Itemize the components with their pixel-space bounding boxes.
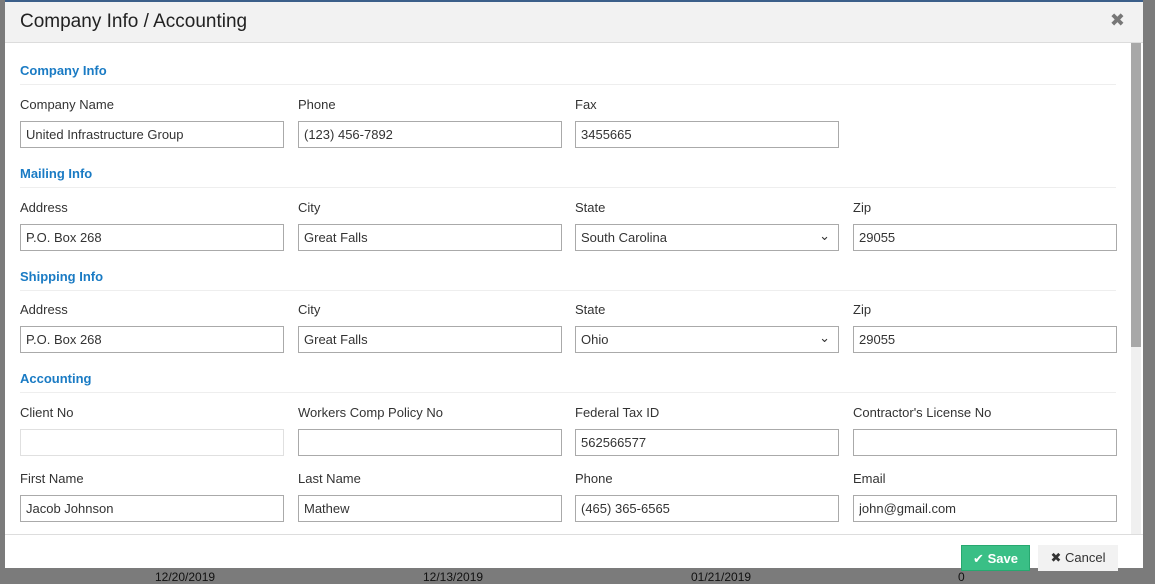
- shipping-address-label: Address: [20, 302, 68, 317]
- scrollbar-thumb[interactable]: [1131, 43, 1141, 347]
- section-company-info: Company Info: [20, 63, 1116, 85]
- email-input[interactable]: [853, 495, 1117, 522]
- shipping-state-select[interactable]: Ohio ⌄: [575, 326, 839, 353]
- first-name-input[interactable]: [20, 495, 284, 522]
- company-info-modal: Company Info / Accounting ✖ Company Info…: [5, 0, 1143, 571]
- modal-footer: ✔ Save ✖ Cancel: [5, 534, 1143, 571]
- workers-comp-label: Workers Comp Policy No: [298, 405, 443, 420]
- modal-body: Company Info Company Name Phone Fax Mail…: [5, 43, 1143, 534]
- last-name-label: Last Name: [298, 471, 361, 486]
- bg-date: 12/20/2019: [155, 570, 216, 584]
- federal-tax-input[interactable]: [575, 429, 839, 456]
- shipping-state-label: State: [575, 302, 606, 317]
- mailing-zip-input[interactable]: [853, 224, 1117, 251]
- company-name-label: Company Name: [20, 97, 114, 112]
- shipping-state-value: Ohio: [581, 332, 609, 347]
- email-label: Email: [853, 471, 886, 486]
- mailing-state-select[interactable]: South Carolina ⌄: [575, 224, 839, 251]
- shipping-city-label: City: [298, 302, 321, 317]
- chevron-down-icon: ⌄: [819, 228, 830, 243]
- accounting-phone-label: Phone: [575, 471, 613, 486]
- license-label: Contractor's License No: [853, 405, 992, 420]
- mailing-city-input[interactable]: [298, 224, 562, 251]
- shipping-zip-label: Zip: [853, 302, 872, 317]
- mailing-zip-label: Zip: [853, 200, 872, 215]
- mailing-state-value: South Carolina: [581, 230, 667, 245]
- cancel-button[interactable]: ✖ Cancel: [1038, 545, 1118, 571]
- accounting-phone-input[interactable]: [575, 495, 839, 522]
- phone-input[interactable]: [298, 121, 562, 148]
- fax-label: Fax: [575, 97, 597, 112]
- modal-title: Company Info / Accounting: [20, 11, 248, 32]
- workers-comp-input[interactable]: [298, 429, 562, 456]
- first-name-label: First Name: [20, 471, 84, 486]
- mailing-address-label: Address: [20, 200, 68, 215]
- check-icon: ✔: [973, 551, 988, 566]
- close-icon[interactable]: ✖: [1110, 10, 1125, 31]
- federal-tax-label: Federal Tax ID: [575, 405, 660, 420]
- scrollbar[interactable]: [1131, 43, 1141, 534]
- fax-input[interactable]: [575, 121, 839, 148]
- save-label: Save: [987, 551, 1018, 566]
- shipping-city-input[interactable]: [298, 326, 562, 353]
- section-accounting: Accounting: [20, 371, 1116, 393]
- modal-header: Company Info / Accounting ✖: [5, 2, 1143, 43]
- cancel-label: Cancel: [1065, 550, 1106, 565]
- mailing-city-label: City: [298, 200, 321, 215]
- mailing-state-label: State: [575, 200, 606, 215]
- license-input[interactable]: [853, 429, 1117, 456]
- shipping-address-input[interactable]: [20, 326, 284, 353]
- client-no-input[interactable]: [20, 429, 284, 456]
- last-name-input[interactable]: [298, 495, 562, 522]
- close-icon: ✖: [1050, 550, 1066, 565]
- chevron-down-icon: ⌄: [819, 330, 830, 345]
- bg-date: 12/13/2019: [423, 570, 484, 584]
- company-name-input[interactable]: [20, 121, 284, 148]
- client-no-label: Client No: [20, 405, 74, 420]
- section-shipping-info: Shipping Info: [20, 269, 1116, 291]
- shipping-zip-input[interactable]: [853, 326, 1117, 353]
- mailing-address-input[interactable]: [20, 224, 284, 251]
- bg-date: 01/21/2019: [691, 570, 752, 584]
- phone-label: Phone: [298, 97, 336, 112]
- bg-count: 0: [958, 570, 965, 584]
- section-mailing-info: Mailing Info: [20, 166, 1116, 188]
- save-button[interactable]: ✔ Save: [961, 545, 1030, 571]
